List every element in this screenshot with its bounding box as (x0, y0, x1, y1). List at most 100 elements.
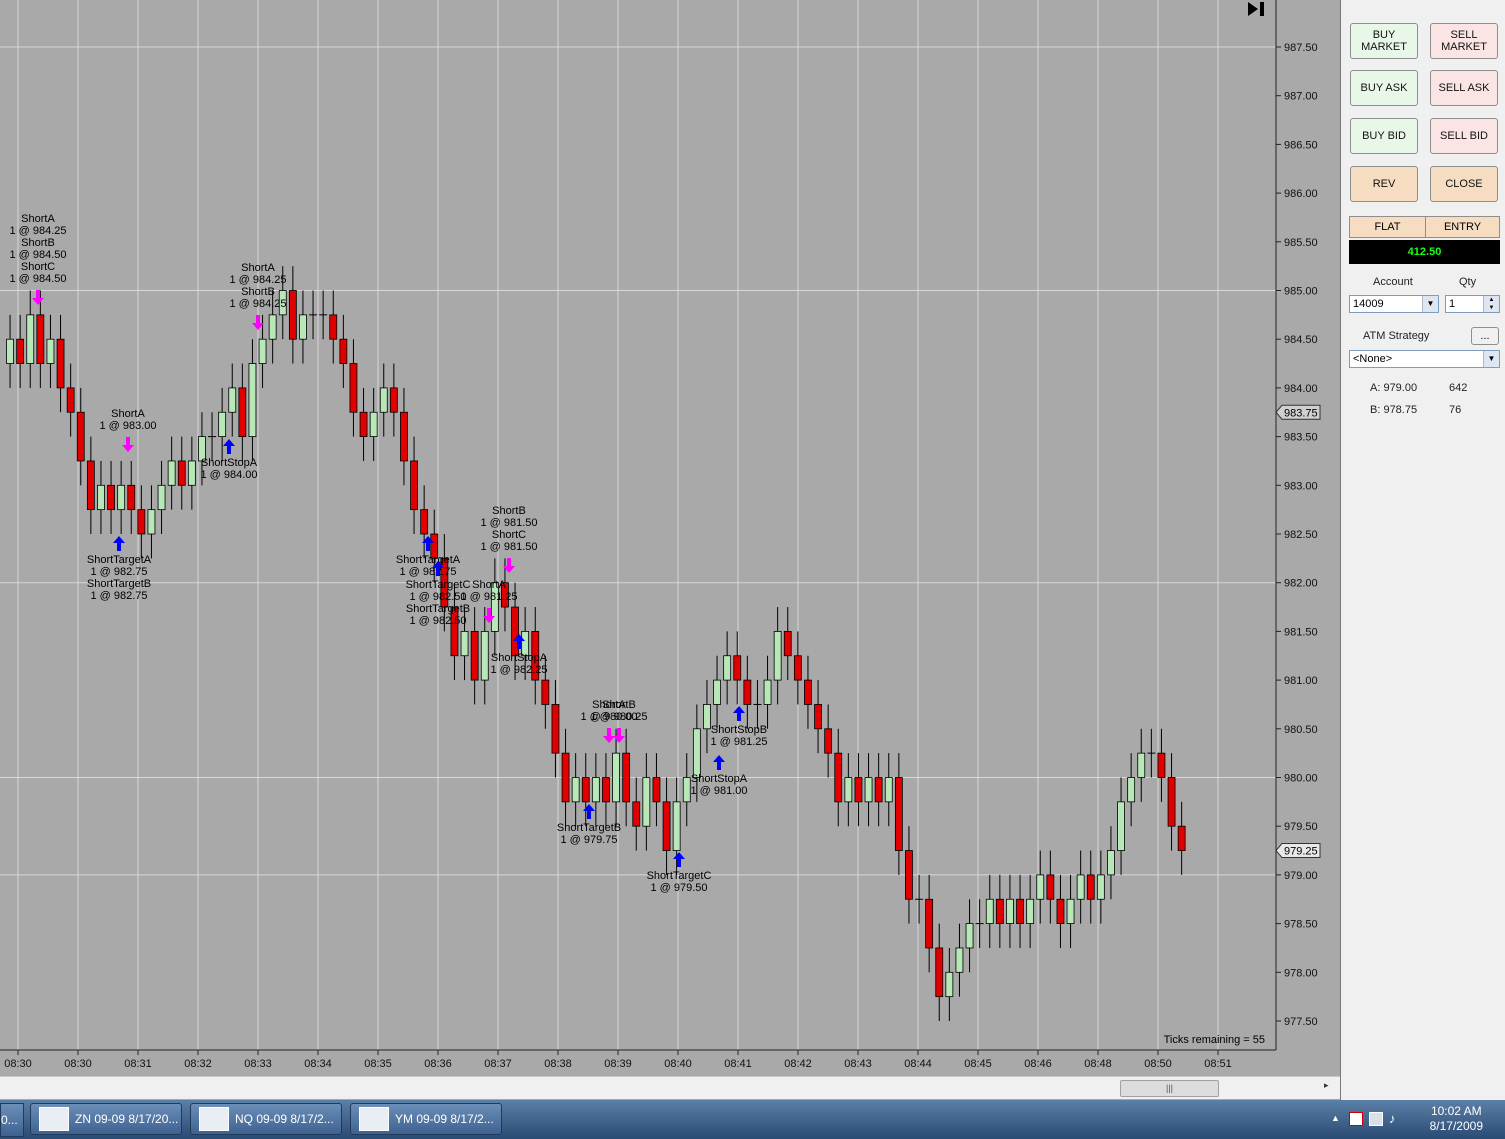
atm-options-button[interactable]: ... (1471, 327, 1499, 345)
buy-market-button[interactable]: BUY MARKET (1350, 23, 1418, 59)
entry-arrow-icon (607, 728, 611, 736)
account-value: 14009 (1353, 298, 1384, 310)
taskbar-item-nq[interactable]: NQ 09-09 8/17/2... (190, 1103, 342, 1135)
candle-up (682, 777, 691, 803)
candle-up (97, 484, 105, 511)
candle-down (662, 801, 671, 851)
quantity-stepper[interactable]: 1 ▲ ▼ (1445, 295, 1500, 313)
buy-ask-button[interactable]: BUY ASK (1350, 70, 1418, 106)
time-tick-label: 08:48 (1084, 1058, 1112, 1070)
trade-annotation-text: 1 @ 981.50 (480, 541, 537, 553)
position-status: FLAT (1349, 216, 1426, 238)
tray-expand-icon[interactable]: ▲ (1331, 1113, 1340, 1123)
trade-annotation-text: ShortTargetC (406, 579, 471, 591)
price-tick-label: 983.50 (1284, 432, 1318, 444)
atm-strategy-select[interactable]: <None> ▼ (1349, 350, 1500, 368)
candle-up (46, 338, 55, 364)
security-alert-icon[interactable] (1349, 1112, 1363, 1126)
time-tick-label: 08:43 (844, 1058, 872, 1070)
exit-arrow-icon (673, 852, 685, 859)
trade-annotation-text: ShortTargetB (406, 603, 470, 615)
price-tick-label: 981.50 (1284, 626, 1318, 638)
sell-bid-button[interactable]: SELL BID (1430, 118, 1498, 154)
candle-up (1066, 898, 1075, 925)
time-tick-label: 08:40 (664, 1058, 692, 1070)
taskbar-left-edge[interactable]: 0... (0, 1103, 24, 1137)
candle-up (612, 752, 620, 803)
taskbar-item-zn[interactable]: ZN 09-09 8/17/20... (30, 1103, 182, 1135)
exit-arrow-icon (426, 543, 430, 551)
trade-annotation-text: 1 @ 984.25 (229, 274, 286, 286)
sell-ask-button[interactable]: SELL ASK (1430, 70, 1498, 106)
candle-up (1076, 874, 1085, 900)
account-select[interactable]: 14009 ▼ (1349, 295, 1439, 313)
time-tick-label: 08:51 (1204, 1058, 1232, 1070)
chart-area[interactable]: 987.50 987.00 986.50 986.00 985.50 985.00 984.… (0, 0, 1340, 1100)
candle-down (1177, 825, 1186, 851)
candle-up (1006, 898, 1014, 925)
scrollbar-thumb[interactable]: ||| (1120, 1080, 1219, 1097)
time-tick-label: 08:30 (4, 1058, 32, 1070)
clock-date: 8/17/2009 (1429, 1119, 1483, 1133)
horizontal-scrollbar[interactable]: ||| ▸ (0, 1076, 1340, 1099)
taskbar-item-label: NQ 09-09 8/17/2... (235, 1112, 334, 1126)
candle-up (228, 387, 237, 413)
candle-up (299, 314, 307, 340)
candle-down (652, 777, 661, 803)
candle-down (1157, 752, 1166, 778)
price-tick-label: 985.00 (1284, 286, 1318, 298)
candle-up (1026, 898, 1035, 925)
trade-annotation-text: 1 @ 982.75 (399, 566, 456, 578)
candle-down (339, 338, 348, 364)
trade-annotation-text: 1 @ 984.50 (9, 273, 66, 285)
candle-up (945, 971, 954, 998)
price-tick-label: 982.00 (1284, 578, 1318, 590)
candle-up (723, 655, 732, 681)
end-of-chart-icon[interactable] (1246, 0, 1268, 18)
exit-arrow-icon (517, 641, 521, 649)
candle-down (854, 777, 863, 803)
candle-up (26, 314, 35, 364)
close-position-button[interactable]: CLOSE (1430, 166, 1498, 202)
trade-annotation-text: 1 @ 981.25 (460, 591, 517, 603)
time-tick-label: 08:45 (964, 1058, 992, 1070)
volume-icon[interactable]: ♪ (1389, 1111, 1396, 1126)
price-tick-label: 977.50 (1284, 1016, 1318, 1028)
candle-down (66, 387, 75, 413)
reverse-button[interactable]: REV (1350, 166, 1418, 202)
scroll-right-icon[interactable]: ▸ (1324, 1080, 1329, 1091)
price-tick-label: 979.00 (1284, 870, 1318, 882)
sell-market-button[interactable]: SELL MARKET (1430, 23, 1498, 59)
trade-annotation-text: ShortStopA (491, 652, 548, 664)
chevron-down-icon[interactable]: ▼ (1422, 296, 1438, 312)
candle-down (834, 752, 843, 803)
candle-up (379, 387, 388, 413)
spinner-arrows-icon[interactable]: ▲ ▼ (1483, 296, 1499, 312)
trade-annotation-text: 1 @ 981.50 (480, 517, 537, 529)
candle-down (733, 655, 742, 681)
atm-strategy-value: <None> (1353, 353, 1393, 365)
network-icon[interactable] (1369, 1112, 1383, 1126)
candle-up (965, 923, 974, 949)
taskbar-clock[interactable]: 10:02 AM 8/17/2009 (1430, 1104, 1483, 1134)
price-tick-label: 980.50 (1284, 724, 1318, 736)
chevron-down-icon[interactable]: ▼ (1483, 351, 1499, 367)
candle-up (1137, 752, 1146, 778)
entry-arrow-icon (126, 437, 130, 445)
candle-down (349, 363, 358, 413)
pnl-display: 412.50 (1349, 240, 1500, 264)
taskbar-item-ym[interactable]: YM 09-09 8/17/2... (350, 1103, 502, 1135)
price-tick-label: 984.50 (1284, 334, 1318, 346)
candle-up (460, 631, 469, 657)
price-chart[interactable]: 987.50 987.00 986.50 986.00 985.50 985.00 984.… (0, 0, 1340, 1076)
candle-up (1117, 801, 1125, 851)
trade-annotation-text: ShortA (472, 579, 506, 591)
entry-arrow-icon (122, 445, 134, 452)
time-tick-label: 08:50 (1144, 1058, 1172, 1070)
buy-bid-button[interactable]: BUY BID (1350, 118, 1418, 154)
candle-up (218, 411, 227, 438)
price-tick-label: 987.00 (1284, 91, 1318, 103)
entry-price-label: ENTRY (1425, 216, 1500, 238)
candle-down (1056, 898, 1065, 925)
chart-window-icon (359, 1107, 389, 1131)
